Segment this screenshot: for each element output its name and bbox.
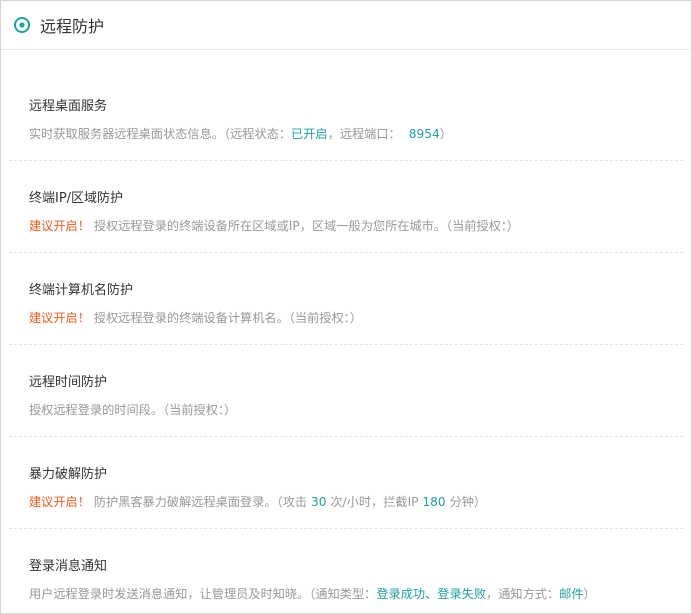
item-description: 实时获取服务器远程桌面状态信息。（远程状态：已开启，远程端口： 8954）	[29, 124, 452, 142]
item-description: 建议开启！ 授权远程登录的终端设备所在区域或IP，区域一般为您所在城市。（当前授…	[29, 216, 519, 234]
item-description: 建议开启！ 授权远程登录的终端设备计算机名。（当前授权：）	[29, 308, 362, 326]
desc-text: 实时获取服务器远程桌面状态信息。（远程状态：	[29, 127, 292, 141]
notify-type-login-fail[interactable]: 登录失败	[437, 587, 486, 601]
block-minutes: 180	[422, 495, 446, 509]
desc-text: ）	[439, 127, 452, 141]
suggest-enable-warning: 建议开启！	[29, 311, 90, 325]
panel-header: 远程防护	[1, 1, 691, 50]
item-title: 暴力破解防护	[29, 467, 108, 482]
item-remote-time: 远程时间防护 授权远程登录的时间段。（当前授权：）	[9, 344, 683, 437]
item-title: 登录消息通知	[29, 559, 108, 574]
desc-text: 分钟）	[449, 495, 487, 509]
desc-text: ，远程端口：	[327, 127, 401, 141]
desc-text: 授权远程登录的终端设备所在区域或IP，区域一般为您所在城市。（当前授权：）	[93, 219, 520, 233]
remote-status: 已开启	[291, 127, 328, 141]
item-title: 远程桌面服务	[29, 99, 108, 114]
desc-separator: 、	[425, 587, 438, 601]
item-remote-desktop-service: 远程桌面服务 实时获取服务器远程桌面状态信息。（远程状态：已开启，远程端口： 89…	[9, 68, 683, 161]
item-terminal-computer-name: 终端计算机名防护 建议开启！ 授权远程登录的终端设备计算机名。（当前授权：）	[9, 252, 683, 345]
item-terminal-ip-region: 终端IP/区域防护 建议开启！ 授权远程登录的终端设备所在区域或IP，区域一般为…	[9, 160, 683, 253]
notify-type-login-success[interactable]: 登录成功	[376, 587, 425, 601]
target-icon	[13, 16, 31, 34]
desc-text: 授权远程登录的时间段。（当前授权：）	[29, 403, 237, 417]
item-description: 用户远程登录时发送消息通知，让管理员及时知晓。（通知类型：登录成功、登录失败，通…	[29, 584, 596, 602]
item-brute-force: 暴力破解防护 建议开启！ 防护黑客暴力破解远程桌面登录。（攻击 30 次/小时，…	[9, 436, 683, 529]
desc-text: ）	[583, 587, 596, 601]
item-description: 授权远程登录的时间段。（当前授权：）	[29, 400, 236, 418]
desc-text: 授权远程登录的终端设备计算机名。（当前授权：）	[93, 311, 362, 325]
suggest-enable-warning: 建议开启！	[29, 219, 90, 233]
remote-protection-panel: 远程防护 远程桌面服务 实时获取服务器远程桌面状态信息。（远程状态：已开启，远程…	[0, 0, 692, 614]
desc-text: 用户远程登录时发送消息通知，让管理员及时知晓。（通知类型：	[29, 587, 377, 601]
remote-port: 8954	[408, 127, 440, 141]
desc-text: 次/小时，拦截IP	[330, 495, 419, 509]
desc-text: ，通知方式：	[486, 587, 560, 601]
notify-method-email[interactable]: 邮件	[559, 587, 583, 601]
page-title: 远程防护	[40, 17, 105, 36]
item-title: 终端IP/区域防护	[29, 191, 124, 206]
desc-text: 防护黑客暴力破解远程桌面登录。（攻击	[93, 495, 308, 509]
item-description: 建议开启！ 防护黑客暴力破解远程桌面登录。（攻击 30 次/小时，拦截IP 18…	[29, 492, 486, 510]
attack-count: 30	[310, 495, 327, 509]
item-login-notification: 登录消息通知 用户远程登录时发送消息通知，让管理员及时知晓。（通知类型：登录成功…	[9, 528, 683, 613]
suggest-enable-warning: 建议开启！	[29, 495, 90, 509]
item-title: 终端计算机名防护	[29, 283, 134, 298]
item-title: 远程时间防护	[29, 375, 108, 390]
